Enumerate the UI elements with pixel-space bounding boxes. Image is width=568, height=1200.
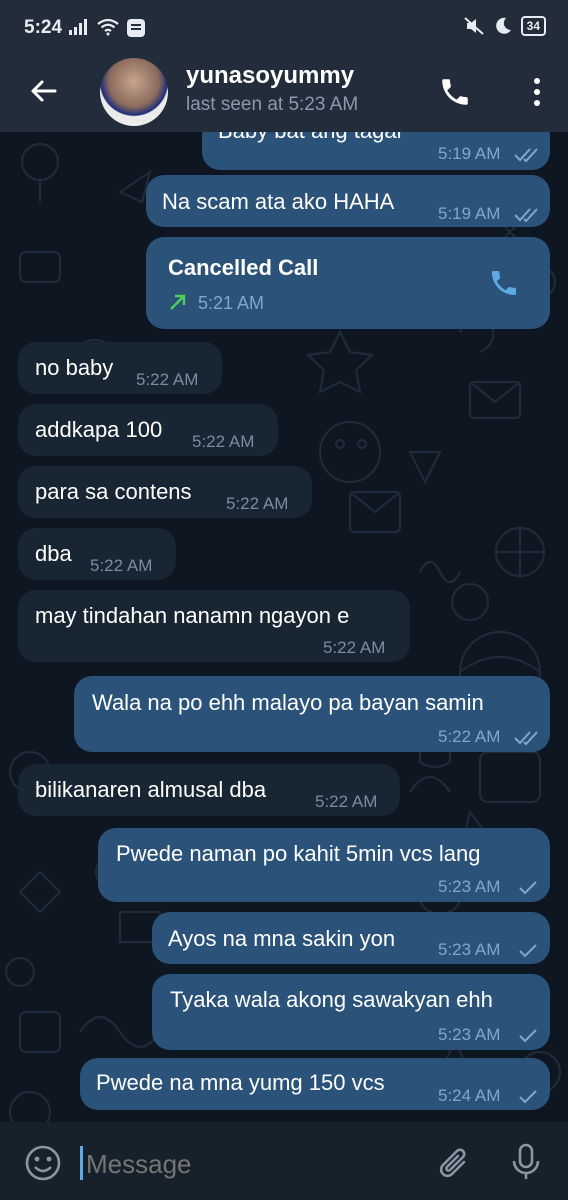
message-input-bar: [0, 1122, 568, 1200]
message-outgoing[interactable]: Baby bat ang tagal 5:19 AM: [202, 132, 550, 170]
microphone-icon: [512, 1143, 540, 1179]
voice-record-button[interactable]: [508, 1142, 544, 1187]
message-text: Tyaka wala akong sawakyan ehh: [170, 987, 493, 1012]
check-icon: [519, 1029, 537, 1043]
emoji-button[interactable]: [24, 1144, 62, 1187]
chat-area[interactable]: Baby bat ang tagal 5:19 AM Na scam ata a…: [0, 132, 568, 1122]
status-bar: 5:24 34: [0, 0, 568, 56]
outgoing-arrow-icon: [170, 294, 186, 310]
check-icon: [519, 1090, 537, 1104]
double-check-icon: [514, 208, 538, 223]
message-text: Pwede naman po kahit 5min vcs lang: [116, 841, 481, 866]
message-time: 5:22 AM: [323, 638, 386, 657]
message-time: 5:19 AM: [438, 204, 501, 223]
message-time: 5:24 AM: [438, 1086, 501, 1105]
call-back-button[interactable]: [488, 267, 520, 305]
status-left-icons: [68, 18, 146, 38]
do-not-disturb-moon-icon: [495, 17, 511, 34]
message-incoming[interactable]: dba 5:22 AM: [18, 528, 176, 580]
message-time: 5:22 AM: [315, 792, 378, 811]
message-text: no baby: [35, 355, 114, 380]
message-text: Na scam ata ako HAHA: [162, 189, 395, 214]
message-time: 5:23 AM: [438, 940, 501, 959]
contact-name[interactable]: yunasoyummy: [186, 62, 354, 90]
double-check-icon: [514, 148, 538, 163]
call-title: Cancelled Call: [168, 255, 319, 280]
message-text: dba: [35, 541, 72, 566]
back-arrow-icon: [31, 80, 57, 102]
message-time: 5:22 AM: [226, 494, 289, 513]
message-outgoing[interactable]: Ayos na mna sakin yon 5:23 AM: [152, 912, 550, 964]
avatar[interactable]: [100, 58, 168, 126]
message-time: 5:22 AM: [192, 432, 255, 451]
attach-button[interactable]: [436, 1144, 472, 1187]
battery-indicator: 34: [520, 16, 546, 36]
message-text: Pwede na mna yumg 150 vcs: [96, 1070, 385, 1095]
message-incoming[interactable]: para sa contens 5:22 AM: [18, 466, 312, 518]
chat-header: yunasoyummy last seen at 5:23 AM: [0, 56, 568, 132]
message-text: addkapa 100: [35, 417, 163, 442]
last-seen-status: last seen at 5:23 AM: [186, 94, 359, 115]
message-time: 5:23 AM: [438, 877, 501, 896]
paperclip-icon: [439, 1148, 466, 1178]
message-time: 5:23 AM: [438, 1025, 501, 1044]
message-time: 5:22 AM: [136, 370, 199, 389]
emoji-icon: [25, 1145, 61, 1181]
message-input[interactable]: [84, 1148, 388, 1181]
check-icon: [519, 881, 537, 895]
message-incoming[interactable]: addkapa 100 5:22 AM: [18, 404, 278, 456]
message-time: 5:22 AM: [438, 727, 501, 746]
message-text: Ayos na mna sakin yon: [168, 926, 396, 951]
message-text: bilikanaren almusal dba: [35, 777, 267, 802]
text-cursor: [80, 1146, 83, 1180]
wifi-icon: [97, 18, 119, 36]
phone-icon: [442, 79, 468, 105]
phone-icon: [492, 271, 516, 295]
mute-icon: [463, 17, 484, 35]
message-text: Wala na po ehh malayo pa bayan samin: [92, 690, 484, 715]
call-button[interactable]: [438, 75, 472, 114]
message-incoming[interactable]: may tindahan nanamn ngayon e 5:22 AM: [18, 590, 410, 662]
message-time: 5:22 AM: [90, 556, 153, 575]
message-time: 5:19 AM: [438, 144, 501, 163]
message-outgoing[interactable]: Pwede naman po kahit 5min vcs lang 5:23 …: [98, 828, 550, 902]
message-outgoing[interactable]: Tyaka wala akong sawakyan ehh 5:23 AM: [152, 974, 550, 1050]
message-outgoing[interactable]: Wala na po ehh malayo pa bayan samin 5:2…: [74, 676, 550, 752]
more-options-button[interactable]: [530, 75, 544, 114]
message-incoming[interactable]: bilikanaren almusal dba 5:22 AM: [18, 764, 400, 816]
storage-icon: [127, 19, 145, 37]
more-vertical-icon: [534, 78, 540, 106]
message-text: may tindahan nanamn ngayon e: [35, 603, 350, 628]
call-message[interactable]: Cancelled Call 5:21 AM: [146, 237, 550, 329]
message-incoming[interactable]: no baby 5:22 AM: [18, 342, 222, 394]
message-outgoing[interactable]: Na scam ata ako HAHA 5:19 AM: [146, 175, 550, 227]
message-time: 5:21 AM: [198, 293, 265, 313]
double-check-icon: [514, 731, 538, 746]
status-time: 5:24: [24, 17, 63, 38]
check-icon: [519, 944, 537, 958]
message-text: Baby bat ang tagal: [218, 132, 401, 144]
status-right-icons: 34: [463, 16, 546, 36]
message-text: para sa contens: [35, 479, 192, 504]
back-button[interactable]: [28, 76, 58, 111]
signal-icon: [69, 19, 87, 35]
message-outgoing[interactable]: Pwede na mna yumg 150 vcs 5:24 AM: [80, 1058, 550, 1110]
